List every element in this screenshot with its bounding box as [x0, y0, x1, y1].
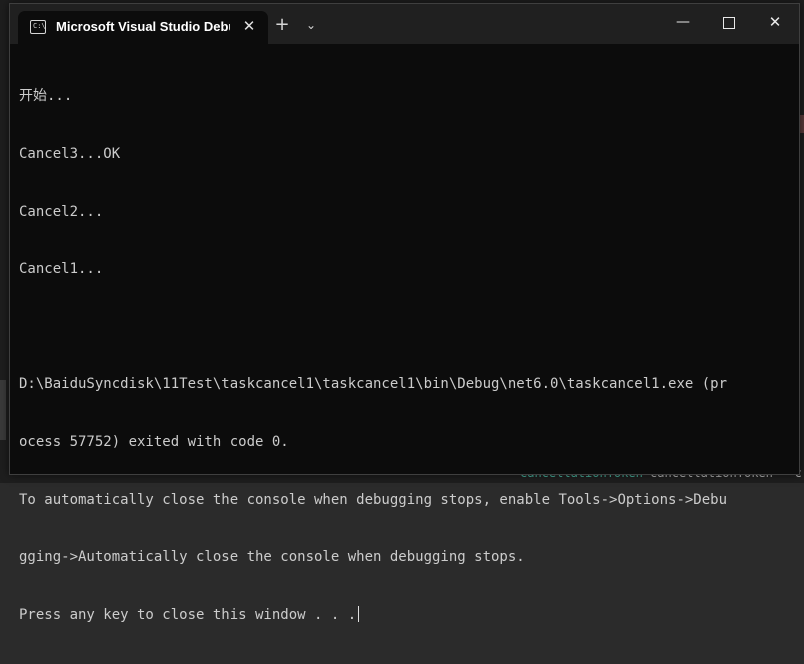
console-line: Cancel2...	[19, 203, 104, 220]
console-line: ocess 57752) exited with code 0.	[19, 434, 289, 451]
text-cursor	[358, 605, 360, 622]
tab-debug-console[interactable]: C:\ Microsoft Visual Studio Debug Consol…	[18, 11, 268, 44]
console-line: 开始...	[19, 88, 73, 105]
terminal-window: C:\ Microsoft Visual Studio Debug Consol…	[9, 3, 800, 623]
console-prompt-icon: C:\	[30, 20, 46, 34]
console-line: Cancel3...OK	[19, 146, 121, 163]
close-icon[interactable]: ✕	[752, 4, 798, 40]
console-line: Press any key to close this window . . .	[19, 606, 357, 623]
maximize-icon[interactable]	[706, 4, 752, 40]
console-line: ​	[19, 318, 789, 337]
backdrop-edge-mark	[0, 380, 6, 440]
minimize-icon[interactable]: —	[660, 4, 706, 40]
console-prompt-line: Press any key to close this window . . .	[19, 605, 789, 625]
console-line: Cancel1...	[19, 261, 104, 278]
tab-close-icon[interactable]: ✕	[238, 15, 260, 37]
console-prompt-icon-text: C:\	[33, 22, 46, 30]
console-line: To automatically close the console when …	[19, 491, 728, 508]
new-tab-plus-icon[interactable]: +	[267, 12, 297, 38]
console-line: gging->Automatically close the console w…	[19, 549, 525, 566]
title-bar[interactable]: C:\ Microsoft Visual Studio Debug Consol…	[10, 4, 799, 44]
console-line: D:\BaiduSyncdisk\11Test\taskcancel1\task…	[19, 376, 728, 393]
console-output[interactable]: 开始... Cancel3...OK Cancel2... Cancel1...…	[19, 49, 789, 664]
chevron-down-icon[interactable]: ⌄	[296, 12, 326, 38]
tab-title: Microsoft Visual Studio Debug Console	[56, 19, 230, 34]
